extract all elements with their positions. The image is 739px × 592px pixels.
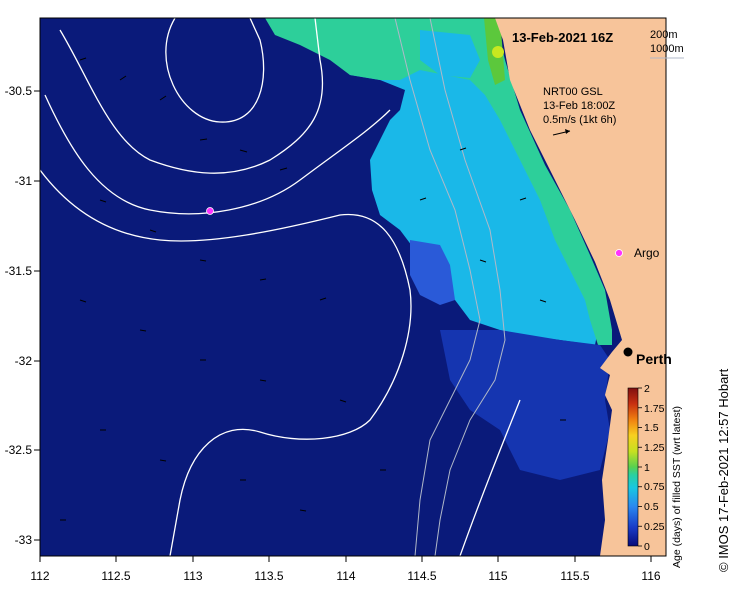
y-tick-label: -32.5 xyxy=(5,443,33,457)
y-tick-label: -31 xyxy=(15,174,33,188)
depth-contour-200m: 200m xyxy=(650,29,678,41)
x-axis-labels: 112 112.5 113 113.5 114 114.5 115 115.5 … xyxy=(30,569,660,583)
map-area xyxy=(40,18,666,556)
argo-float-ocean[interactable] xyxy=(206,207,214,215)
date-title: 13-Feb-2021 16Z xyxy=(512,30,613,45)
current-time-label: 13-Feb 18:00Z xyxy=(543,100,615,112)
x-tick-label: 114 xyxy=(336,569,355,583)
colorbar-tick: 0.25 xyxy=(644,521,665,533)
x-tick-label: 112 xyxy=(30,569,49,583)
current-scale-label: 0.5m/s (1kt 6h) xyxy=(543,114,616,126)
colorbar-tick: 0 xyxy=(644,541,650,553)
y-tick-label: -30.5 xyxy=(5,84,33,98)
depth-contour-1000m: 1000m xyxy=(650,43,684,55)
colorbar-tick: 1.75 xyxy=(644,403,665,415)
perth-marker xyxy=(623,347,633,357)
colorbar-tick: 2 xyxy=(644,383,650,395)
colorbar-tick: 0.75 xyxy=(644,481,665,493)
perth-label: Perth xyxy=(636,351,672,367)
colorbar-tick: 0.5 xyxy=(644,501,659,513)
x-tick-label: 116 xyxy=(641,569,660,583)
x-tick-label: 115.5 xyxy=(560,569,589,583)
x-tick-label: 113 xyxy=(183,569,202,583)
current-model-label: NRT00 GSL xyxy=(543,86,603,98)
argo-legend-marker xyxy=(615,249,623,257)
colorbar-tick: 1 xyxy=(644,462,650,474)
y-tick-label: -32 xyxy=(15,354,33,368)
colorbar-tick: 1.5 xyxy=(644,422,659,434)
y-tick-label: -33 xyxy=(15,533,33,547)
argo-label: Argo xyxy=(634,246,660,260)
colorbar-title: Age (days) of filled SST (wrt latest) xyxy=(671,405,683,568)
x-tick-label: 112.5 xyxy=(101,569,130,583)
x-tick-label: 113.5 xyxy=(254,569,283,583)
y-tick-label: -31.5 xyxy=(5,264,33,278)
y-axis-labels: -30.5 -31 -31.5 -32 -32.5 -33 xyxy=(5,84,33,547)
x-tick-label: 114.5 xyxy=(407,569,436,583)
imos-credit: © IMOS 17-Feb-2021 12:57 Hobart xyxy=(716,368,731,572)
sst-age-map: 112 112.5 113 113.5 114 114.5 115 115.5 … xyxy=(5,17,684,583)
x-tick-label: 115 xyxy=(488,569,507,583)
colorbar-tick: 1.25 xyxy=(644,442,665,454)
